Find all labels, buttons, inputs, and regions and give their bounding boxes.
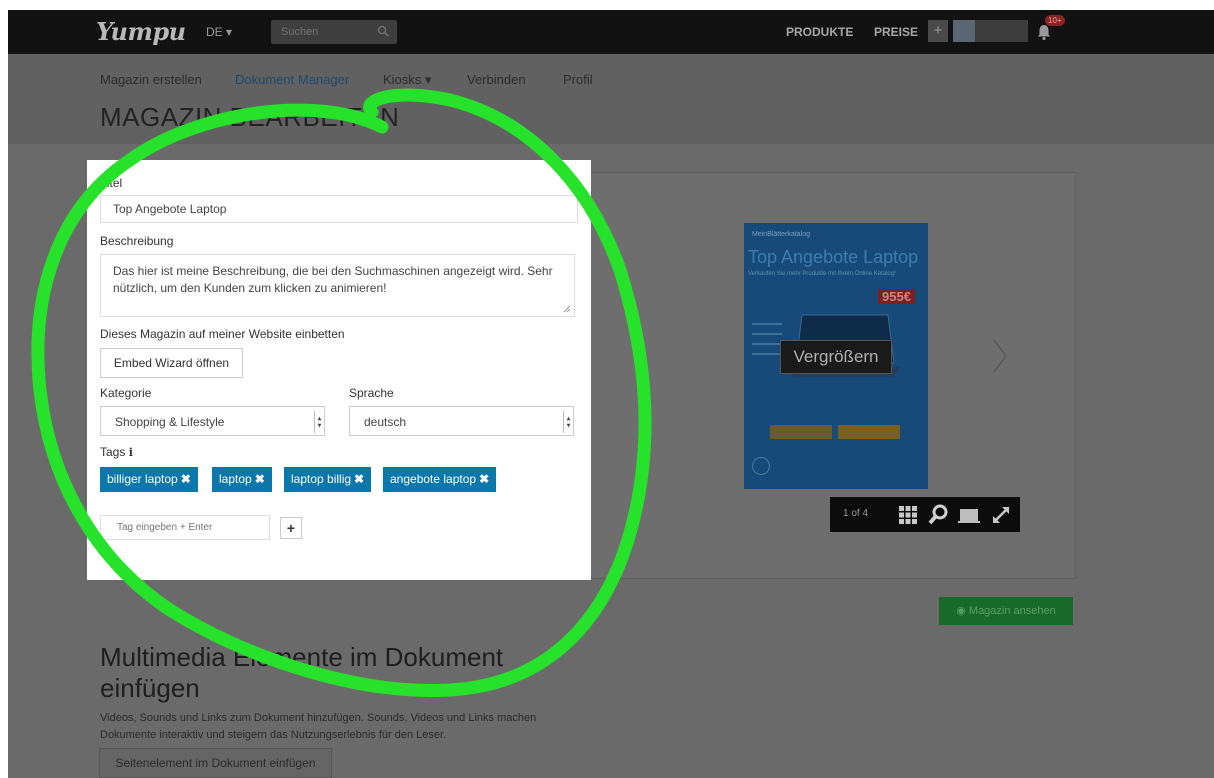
viewer-toolbar: 1 of 4 xyxy=(830,497,1020,532)
add-tag-button[interactable]: + xyxy=(280,517,302,539)
chevron-down-icon xyxy=(563,411,571,433)
tag-chip: laptop billig ✖ xyxy=(284,467,372,492)
tag-chip: angebote laptop ✖ xyxy=(383,467,497,492)
tag-chip: laptop ✖ xyxy=(212,467,272,492)
chevron-down-icon: ▾ xyxy=(226,25,233,39)
search-input[interactable] xyxy=(271,20,371,44)
notification-badge: 10+ xyxy=(1045,15,1065,26)
titel-label: Titel xyxy=(100,176,123,190)
search-icon[interactable] xyxy=(377,25,389,37)
zoom-button[interactable]: Vergrößern xyxy=(780,340,892,374)
beschreibung-label: Beschreibung xyxy=(100,234,174,248)
yumpu-logo[interactable]: Yumpu xyxy=(96,17,186,46)
tag-input-box xyxy=(100,515,270,540)
beschreibung-textarea[interactable]: Das hier ist meine Beschreibung, die bei… xyxy=(100,254,575,317)
beschreibung-text: Das hier ist meine Beschreibung, die bei… xyxy=(113,264,553,295)
subnav-verbinden[interactable]: Verbinden xyxy=(467,72,526,87)
multimedia-description: Videos, Sounds und Links zum Dokument hi… xyxy=(100,712,537,741)
tag-chip: billiger laptop ✖ xyxy=(100,467,198,492)
cover-button xyxy=(838,425,900,439)
app-frame: Yumpu DE ▾ PRODUKTE PREISE + 10+ Magazin… xyxy=(8,10,1214,778)
cover-subtitle: Verkaufen Sie mehr Produkte mit Ihrem On… xyxy=(748,271,896,277)
kategorie-value: Shopping & Lifestyle xyxy=(115,415,225,429)
tag-label: laptop xyxy=(219,472,252,486)
cover-brand: MeinBlätterkatalog xyxy=(752,231,810,238)
page-counter: 1 of 4 xyxy=(843,508,869,519)
view-magazine-label: Magazin ansehen xyxy=(968,605,1056,617)
info-icon[interactable]: i xyxy=(129,446,133,459)
avatar xyxy=(953,20,975,42)
grid-icon[interactable] xyxy=(897,504,919,526)
chevron-right-icon[interactable] xyxy=(992,338,1008,374)
magnifier-icon[interactable] xyxy=(927,504,949,526)
kategorie-select[interactable]: Shopping & Lifestyle xyxy=(100,406,325,436)
insert-page-element-button[interactable]: Seitenelement im Dokument einfügen xyxy=(99,748,332,778)
resize-grip-icon[interactable] xyxy=(563,305,571,313)
tag-input[interactable] xyxy=(101,516,269,539)
fullscreen-icon[interactable] xyxy=(990,504,1012,526)
close-icon[interactable]: ✖ xyxy=(255,472,265,486)
add-button[interactable]: + xyxy=(928,20,948,42)
tag-label: billiger laptop xyxy=(107,472,178,486)
nav-produkte[interactable]: PRODUKTE xyxy=(786,25,853,39)
close-icon[interactable]: ✖ xyxy=(354,472,364,486)
chevron-down-icon xyxy=(314,411,322,433)
titel-input[interactable]: Top Angebote Laptop xyxy=(100,195,578,223)
search-box xyxy=(271,20,397,44)
sprache-label: Sprache xyxy=(349,386,394,400)
subnav-dokument-manager[interactable]: Dokument Manager xyxy=(235,72,349,87)
close-icon[interactable]: ✖ xyxy=(479,472,489,486)
view-magazine-button[interactable]: ◉ Magazin ansehen xyxy=(939,597,1073,625)
cover-button xyxy=(770,425,832,439)
kategorie-label: Kategorie xyxy=(100,386,152,400)
chevron-down-icon: ▾ xyxy=(424,72,432,87)
arrow-right-icon xyxy=(752,457,770,475)
subnav-kiosks-label: Kiosks xyxy=(383,72,422,87)
multimedia-title: Multimedia Elemente im Dokument einfügen xyxy=(100,642,504,703)
tags-label-group: Tags i xyxy=(100,445,133,459)
close-icon[interactable]: ✖ xyxy=(181,472,191,486)
page-title: MAGAZIN BEARBEITEN xyxy=(100,102,400,132)
user-menu[interactable] xyxy=(953,20,1028,42)
embed-label: Dieses Magazin auf meiner Website einbet… xyxy=(100,327,345,341)
nav-preise[interactable]: PREISE xyxy=(874,25,918,39)
sprache-select[interactable]: deutsch xyxy=(349,406,574,436)
monitor-icon[interactable] xyxy=(958,504,980,526)
top-navbar: Yumpu DE ▾ PRODUKTE PREISE + 10+ xyxy=(8,10,1214,54)
cover-price: 955€ xyxy=(878,289,915,304)
cover-feature-list xyxy=(752,315,782,363)
subnav-profil[interactable]: Profil xyxy=(563,72,593,87)
language-dropdown[interactable]: DE ▾ xyxy=(206,25,232,39)
eye-icon: ◉ xyxy=(956,605,969,617)
edit-form-panel: Titel Top Angebote Laptop Beschreibung D… xyxy=(87,160,591,580)
tag-label: laptop billig xyxy=(291,472,352,486)
cover-title: Top Angebote Laptop xyxy=(748,247,919,267)
tag-label: angebote laptop xyxy=(390,472,477,486)
embed-wizard-button[interactable]: Embed Wizard öffnen xyxy=(100,348,243,378)
subnav-kiosks[interactable]: Kiosks ▾ xyxy=(383,72,431,88)
tags-label: Tags xyxy=(100,445,126,459)
language-label: DE xyxy=(206,25,223,39)
sprache-value: deutsch xyxy=(364,415,407,429)
subnav-magazin-erstellen[interactable]: Magazin erstellen xyxy=(100,72,202,87)
